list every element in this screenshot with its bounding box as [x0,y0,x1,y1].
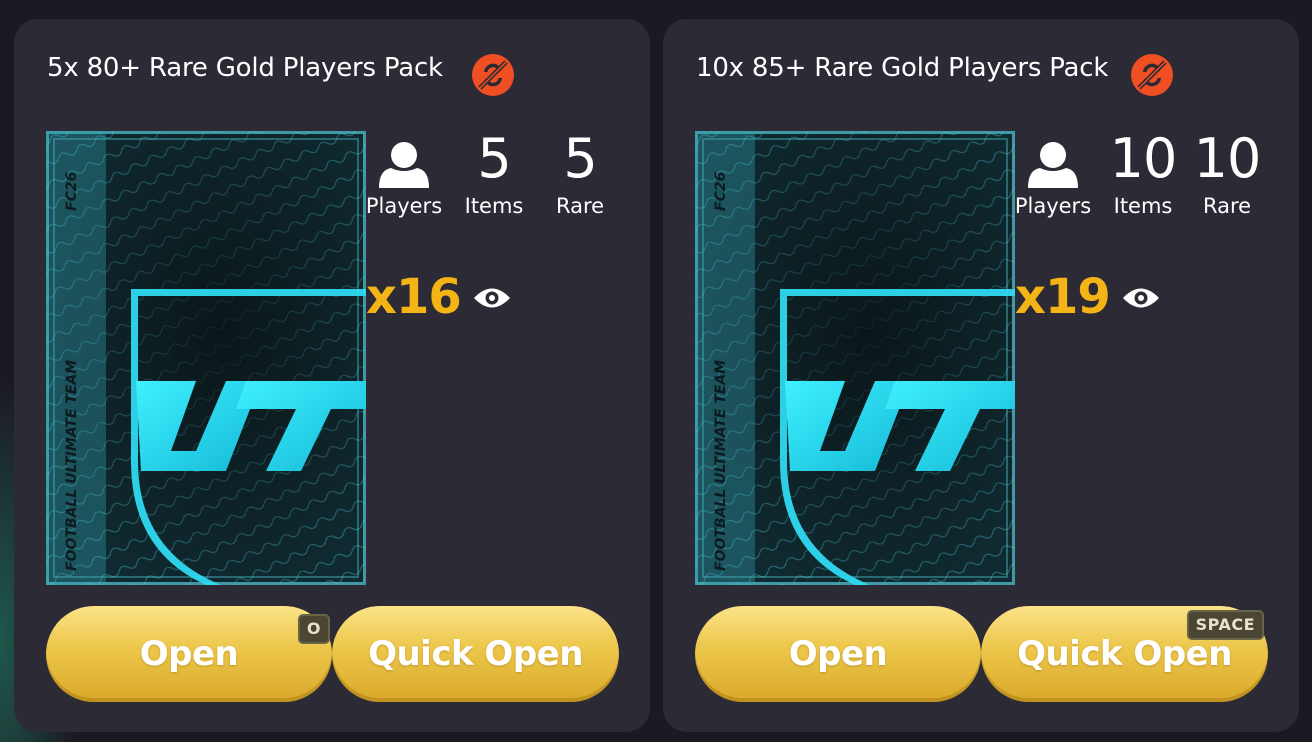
pack-card: 10x 85+ Rare Gold Players Pack FOOTBALL … [663,19,1299,732]
pack-image[interactable]: FOOTBALL ULTIMATE TEAM FC26 [695,131,1015,585]
quick-open-label: Quick Open [368,634,583,674]
rare-value: 5 [563,127,597,190]
pack-count: x19 [1015,269,1111,325]
stat-players: Players [362,129,446,219]
items-value: 10 [1109,127,1178,190]
stat-items: 10 Items [1103,129,1183,219]
pack-image[interactable]: FOOTBALL ULTIMATE TEAM FC26 [46,131,366,585]
rare-value: 10 [1193,127,1262,190]
eye-icon[interactable] [1121,285,1161,311]
stat-items: 5 Items [459,129,529,219]
rare-label: Rare [1202,194,1252,218]
stat-rare: 10 Rare [1187,129,1267,219]
pack-count: x16 [366,269,462,325]
untradeable-icon [1131,54,1173,96]
pack-store-page: 5x 80+ Rare Gold Players Pack FOOTBALL U… [0,0,1312,742]
items-label: Items [464,194,524,218]
stat-players: Players [1011,129,1095,219]
stat-rare: 5 Rare [545,129,615,219]
pack-brand: FC26 [64,171,80,211]
person-icon [1028,142,1078,188]
open-label: Open [788,634,888,674]
players-label: Players [365,194,443,218]
pack-side-text: FOOTBALL ULTIMATE TEAM [64,360,80,571]
pack-title: 5x 80+ Rare Gold Players Pack [47,53,443,83]
pack-title: 10x 85+ Rare Gold Players Pack [696,53,1109,83]
quick-open-button[interactable]: Quick Open SPACE [981,606,1268,702]
open-button[interactable]: Open O [46,606,332,702]
shortcut-badge: O [297,614,330,644]
pack-brand: FC26 [713,171,729,211]
eye-icon[interactable] [472,285,512,311]
items-label: Items [1113,194,1173,218]
pack-side-text: FOOTBALL ULTIMATE TEAM [713,360,729,571]
players-label: Players [1014,194,1092,218]
open-button[interactable]: Open [695,606,981,702]
quick-open-label: Quick Open [1017,634,1232,674]
items-value: 5 [477,127,511,190]
rare-label: Rare [555,194,605,218]
quick-open-button[interactable]: Quick Open [332,606,619,702]
untradeable-icon [472,54,514,96]
pack-card: 5x 80+ Rare Gold Players Pack FOOTBALL U… [14,19,650,732]
open-label: Open [139,634,239,674]
shortcut-badge: SPACE [1186,610,1264,640]
person-icon [379,142,429,188]
